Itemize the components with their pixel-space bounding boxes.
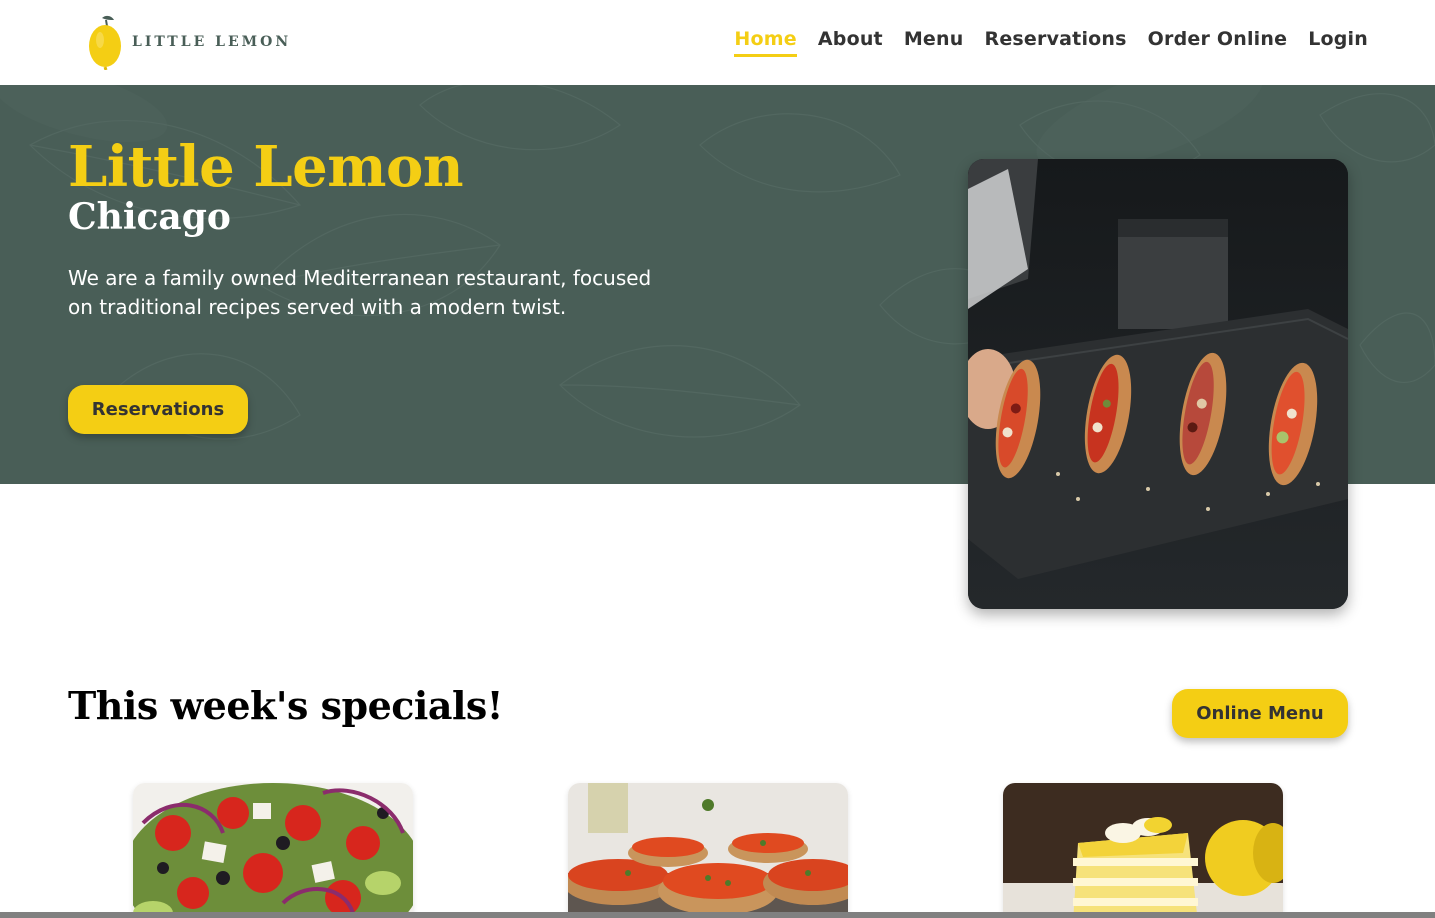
logo[interactable]: LITTLE LEMON xyxy=(86,14,296,70)
greek-salad-photo xyxy=(133,783,413,918)
bruschetta-photo xyxy=(568,783,848,918)
horizontal-scrollbar[interactable] xyxy=(0,912,1435,918)
hero-subtitle: Chicago xyxy=(68,196,231,238)
specials-title: This week's specials! xyxy=(68,683,503,728)
logo-text: LITTLE LEMON xyxy=(132,34,292,50)
main-nav: Home About Menu Reservations Order Onlin… xyxy=(734,28,1368,57)
special-card-bruschetta[interactable] xyxy=(568,783,848,918)
hero-food-photo xyxy=(968,159,1348,609)
online-menu-button[interactable]: Online Menu xyxy=(1172,689,1348,738)
nav-reservations[interactable]: Reservations xyxy=(984,28,1126,57)
nav-home[interactable]: Home xyxy=(734,28,797,57)
lemon-logo-icon xyxy=(89,15,121,70)
nav-order-online[interactable]: Order Online xyxy=(1148,28,1288,57)
special-card-lemon-dessert[interactable] xyxy=(1003,783,1283,918)
hero-description: We are a family owned Mediterranean rest… xyxy=(68,266,652,319)
nav-menu[interactable]: Menu xyxy=(904,28,964,57)
site-header: LITTLE LEMON Home About Menu Reservation… xyxy=(0,0,1435,85)
special-card-greek-salad[interactable] xyxy=(133,783,413,918)
reservations-button[interactable]: Reservations xyxy=(68,385,248,434)
lemon-dessert-photo xyxy=(1003,783,1283,918)
hero-title: Little Lemon xyxy=(68,134,464,200)
nav-login[interactable]: Login xyxy=(1308,28,1368,57)
nav-about[interactable]: About xyxy=(818,28,883,57)
